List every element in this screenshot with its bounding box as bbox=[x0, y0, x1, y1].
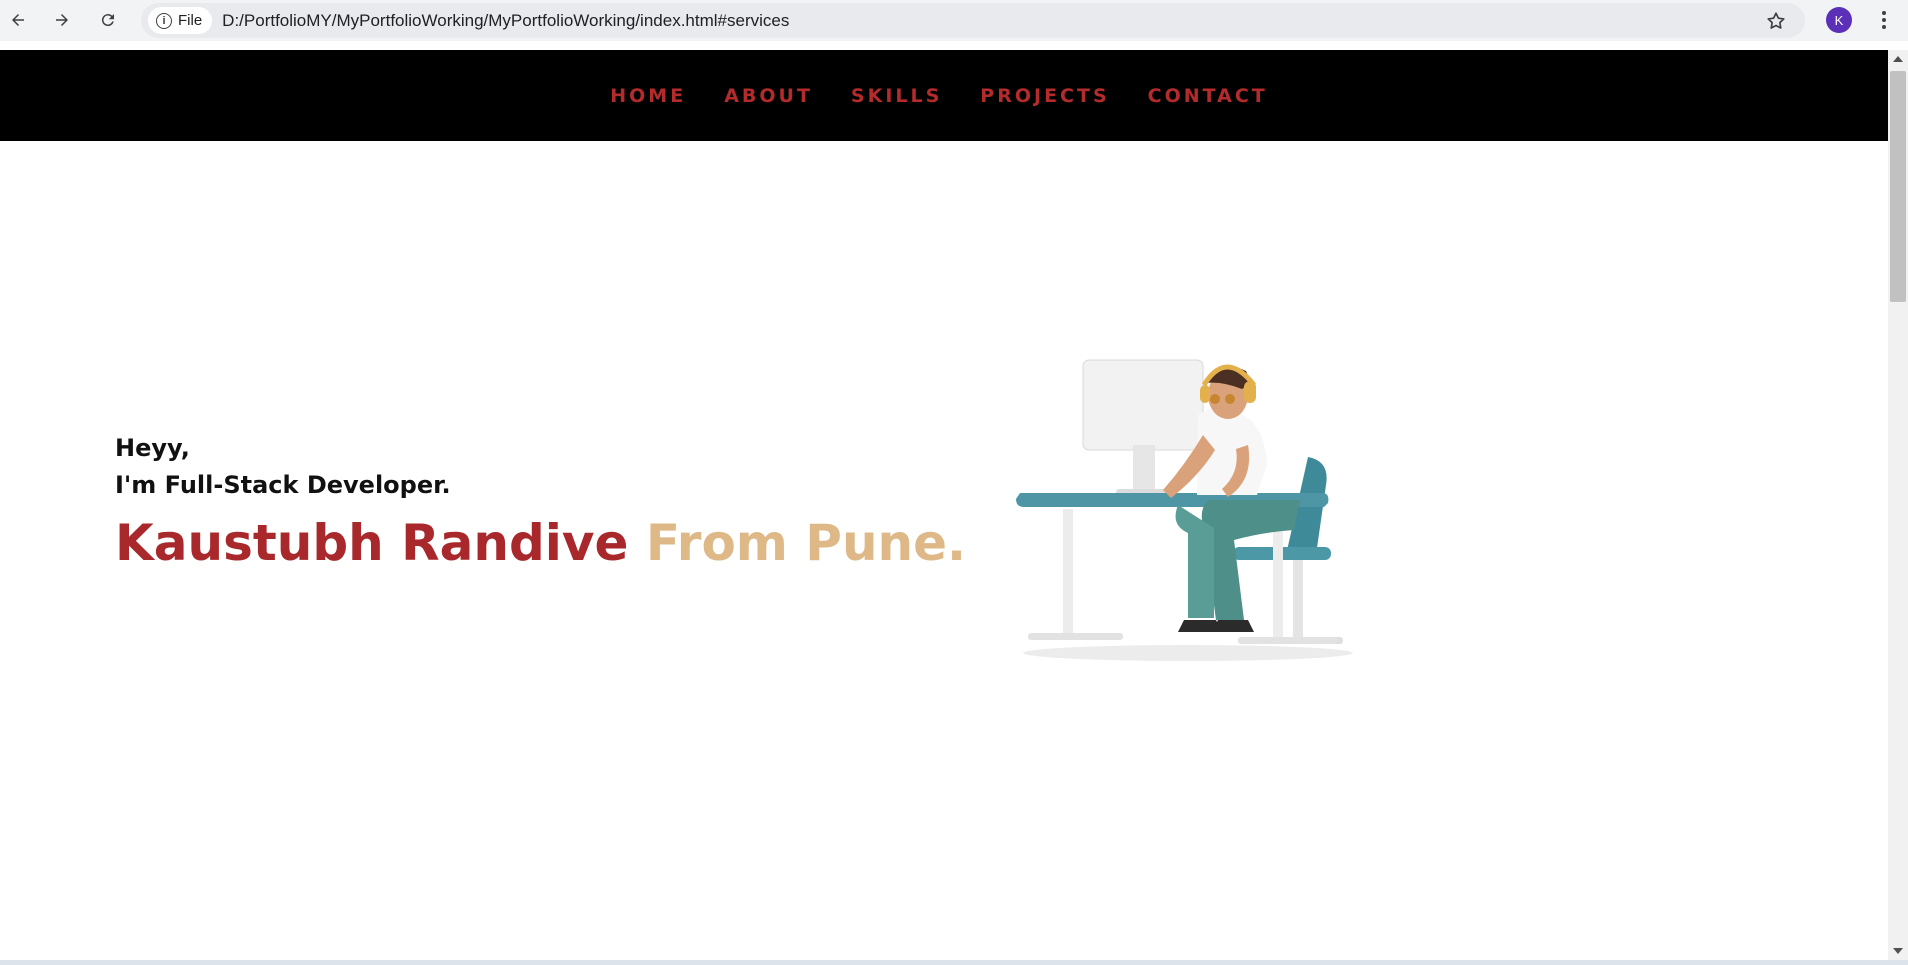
nav-skills[interactable]: SKILLS bbox=[851, 85, 942, 107]
info-icon: i bbox=[156, 12, 172, 29]
hero-text: Heyy, I'm Full-Stack Developer. Kaustubh… bbox=[115, 430, 966, 572]
page-viewport: HOME ABOUT SKILLS PROJECTS CONTACT Heyy,… bbox=[0, 50, 1888, 960]
hero-city: From Pune. bbox=[645, 514, 967, 572]
scroll-thumb[interactable] bbox=[1890, 71, 1906, 302]
greeting-line-1: Heyy, bbox=[115, 434, 190, 462]
url-text[interactable]: D:/PortfolioMY/MyPortfolioWorking/MyPort… bbox=[222, 11, 789, 31]
more-vert-icon[interactable] bbox=[1876, 7, 1892, 33]
developer-illustration bbox=[1016, 359, 1353, 661]
star-icon[interactable] bbox=[1765, 10, 1787, 32]
back-button[interactable] bbox=[4, 6, 32, 34]
nav-projects[interactable]: PROJECTS bbox=[980, 85, 1109, 107]
back-arrow-icon bbox=[12, 14, 24, 26]
hero-headline: Kaustubh Randive From Pune. bbox=[115, 514, 966, 572]
nav-contact[interactable]: CONTACT bbox=[1148, 85, 1268, 107]
forward-arrow-icon bbox=[56, 14, 68, 26]
hero-name: Kaustubh Randive bbox=[115, 514, 629, 572]
window-bottom-edge bbox=[0, 960, 1908, 965]
forward-button[interactable] bbox=[48, 6, 76, 34]
nav-home[interactable]: HOME bbox=[610, 85, 686, 107]
chip-label: File bbox=[178, 12, 203, 29]
nav-about[interactable]: ABOUT bbox=[724, 85, 813, 107]
site-info-chip[interactable]: i File bbox=[148, 7, 213, 34]
reload-icon bbox=[101, 14, 114, 27]
site-navbar: HOME ABOUT SKILLS PROJECTS CONTACT bbox=[0, 50, 1888, 141]
vertical-scrollbar[interactable] bbox=[1888, 50, 1908, 960]
address-bar[interactable]: i File D:/PortfolioMY/MyPortfolioWorking… bbox=[141, 3, 1805, 38]
scroll-up-icon[interactable] bbox=[1893, 56, 1903, 62]
reload-button[interactable] bbox=[94, 6, 122, 34]
browser-toolbar: i File D:/PortfolioMY/MyPortfolioWorking… bbox=[0, 0, 1908, 41]
profile-avatar[interactable]: K bbox=[1826, 7, 1852, 33]
greeting-line-2: I'm Full-Stack Developer. bbox=[115, 471, 451, 499]
scroll-down-icon[interactable] bbox=[1893, 948, 1903, 954]
